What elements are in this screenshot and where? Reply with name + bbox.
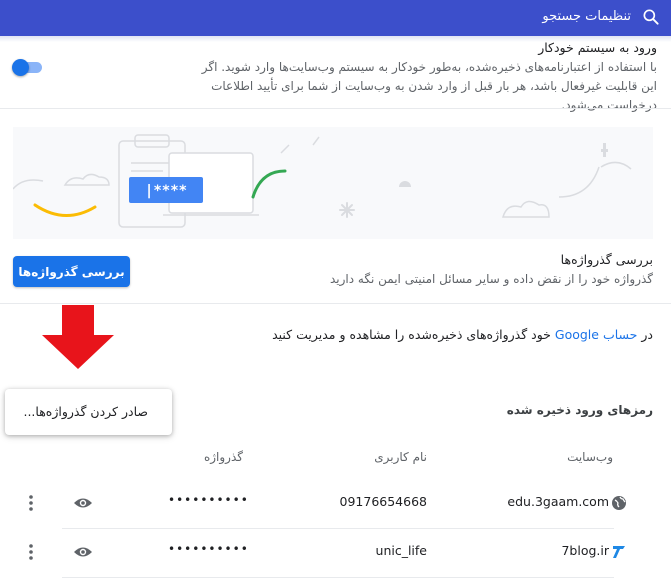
password-mask-text: ****|	[145, 183, 187, 199]
check-passwords-button[interactable]: بررسی گذرواژه‌ها	[13, 256, 130, 287]
google-account-line: در حساب Google خود گذرواژه‌های ذخیره‌شده…	[272, 327, 653, 342]
table-row: edu.3gaam.com 09176654668 ••••••••••	[0, 480, 671, 528]
google-account-suffix: خود گذرواژه‌های ذخیره‌شده را مشاهده و مد…	[272, 327, 555, 342]
google-account-prefix: در	[637, 327, 653, 342]
checkup-title: بررسی گذرواژه‌ها	[560, 252, 653, 267]
toggle-knob	[12, 59, 29, 76]
column-header-website: وب‌سایت	[567, 450, 613, 464]
row-password: ••••••••••	[168, 493, 249, 507]
eye-icon[interactable]	[73, 495, 93, 511]
7blog-favicon	[613, 546, 625, 558]
table-row: 7blog.ir unic_life ••••••••••	[0, 529, 671, 577]
section-divider	[0, 108, 671, 109]
auto-signin-title: ورود به سیستم خودکار	[538, 40, 657, 55]
google-account-link[interactable]: حساب Google	[555, 327, 638, 342]
auto-signin-description: با استفاده از اعتبارنامه‌های ذخیره‌شده، …	[201, 60, 657, 112]
settings-search-bar[interactable]: تنظیمات جستجو	[0, 0, 671, 36]
red-arrow-annotation	[42, 305, 114, 369]
column-header-password: گذرواژه	[203, 450, 243, 464]
row-password: ••••••••••	[168, 542, 249, 556]
auto-signin-toggle[interactable]	[12, 59, 44, 76]
export-passwords-item[interactable]: صادر کردن گذرواژه‌ها...	[23, 404, 148, 419]
row-username: unic_life	[375, 543, 427, 558]
search-label: تنظیمات جستجو	[542, 9, 631, 24]
password-checkup-illustration: ****|	[13, 127, 653, 239]
saved-passwords-heading: رمزهای ورود ذخیره شده	[506, 403, 653, 417]
globe-icon	[612, 496, 626, 510]
row-divider	[62, 577, 614, 578]
eye-icon[interactable]	[73, 544, 93, 560]
column-header-username: نام کاربری	[374, 450, 427, 464]
row-site: edu.3gaam.com	[507, 494, 609, 509]
export-passwords-menu: صادر کردن گذرواژه‌ها...	[5, 389, 172, 435]
more-vert-icon[interactable]	[26, 543, 36, 561]
section-divider	[0, 303, 671, 304]
search-icon[interactable]	[641, 7, 661, 27]
row-site: 7blog.ir	[561, 543, 609, 558]
auto-signin-section: ورود به سیستم خودکار با استفاده از اعتبا…	[0, 36, 671, 112]
checkup-description: گذرواژه خود را از نقض داده و سایر مسائل …	[330, 272, 653, 286]
row-username: 09176654668	[339, 494, 427, 509]
more-vert-icon[interactable]	[26, 494, 36, 512]
